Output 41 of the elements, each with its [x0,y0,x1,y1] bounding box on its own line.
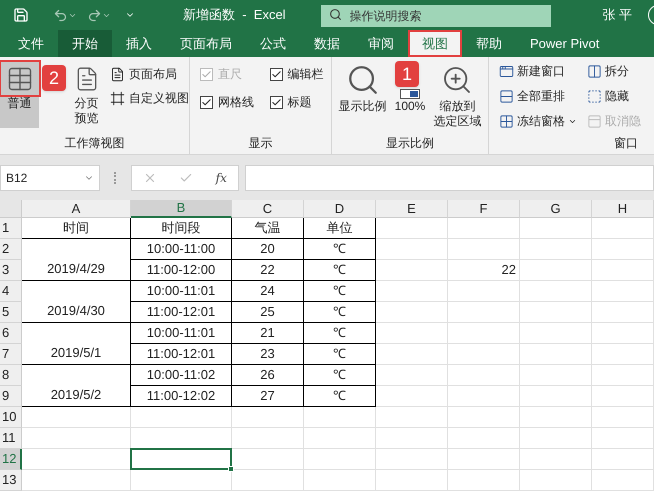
temperature-cell: 21 [232,323,304,344]
temperature-cell: 22 [232,260,304,281]
temperature-cell: 26 [232,365,304,386]
unit-cell: ℃ [304,281,376,302]
period-cell: 11:00-12:01 [131,302,232,323]
period-cell: 10:00-11:00 [131,239,232,260]
group-label: 窗口 [613,135,639,152]
group-label: 工作簿视图 [64,135,126,152]
temperature-cell: 24 [232,281,304,302]
temperature-cell: 23 [232,344,304,365]
header-cell: 单位 [304,218,376,239]
unit-cell: ℃ [304,386,376,407]
header-cell: 气温 [232,218,304,239]
group-label: 显示比例 [385,135,435,152]
period-cell: 11:00-12:00 [131,260,232,281]
period-cell: 10:00-11:01 [131,281,232,302]
period-cell: 11:00-12:02 [131,386,232,407]
unit-cell: ℃ [304,302,376,323]
user-name: 张 平 [602,6,632,24]
unit-cell: ℃ [304,365,376,386]
period-cell: 11:00-12:01 [131,344,232,365]
date-cell: 2019/5/2 [22,365,131,407]
temperature-cell: 20 [232,239,304,260]
header-cell: 时间 [22,218,131,239]
date-cell: 2019/5/1 [22,323,131,365]
date-cell: 2019/4/29 [22,239,131,281]
period-cell: 10:00-11:01 [131,323,232,344]
temperature-cell: 27 [232,386,304,407]
step-badge: 1 [395,61,419,87]
value-cell: 22 [448,260,520,281]
step-badge: 2 [42,65,66,91]
period-cell: 10:00-11:02 [131,365,232,386]
window-title: 新增函数 - Excel [183,6,286,24]
temperature-cell: 25 [232,302,304,323]
group-label: 显示 [248,135,274,152]
unit-cell: ℃ [304,239,376,260]
date-cell: 2019/4/30 [22,281,131,323]
unit-cell: ℃ [304,344,376,365]
unit-cell: ℃ [304,260,376,281]
unit-cell: ℃ [304,323,376,344]
header-cell: 时间段 [131,218,232,239]
